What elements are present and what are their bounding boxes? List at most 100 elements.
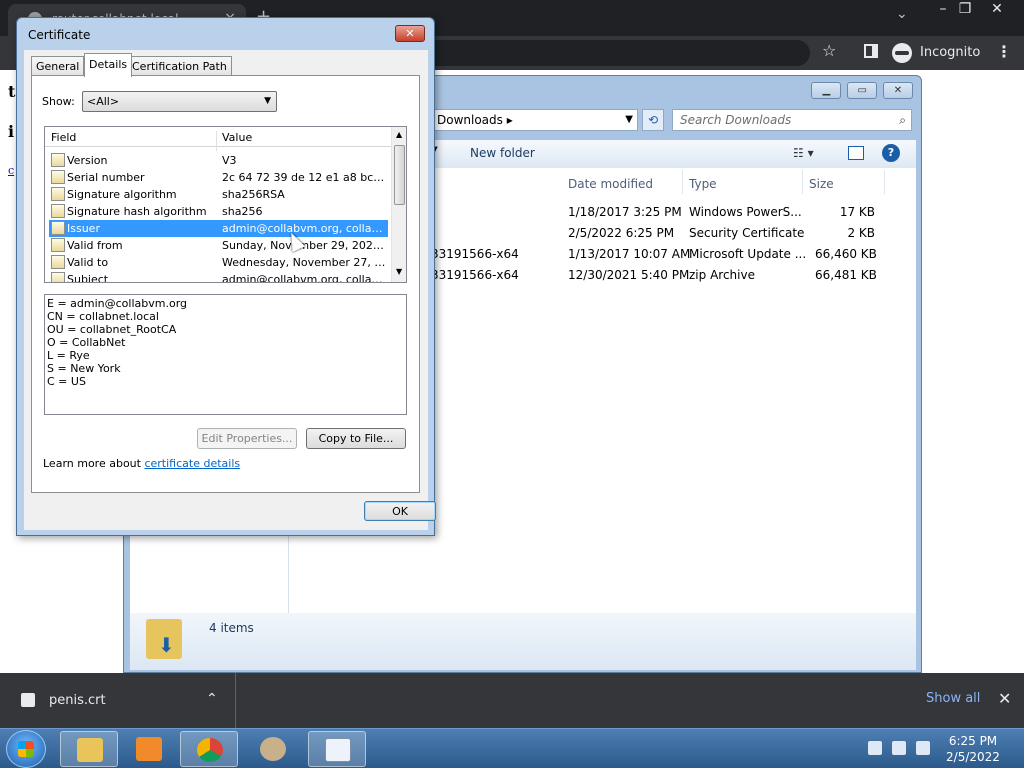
field-name: Serial number [67,171,145,184]
field-list-header: Field Value [45,127,391,151]
search-icon[interactable]: ⌕ [899,110,906,130]
taskbar-explorer-button[interactable] [60,731,118,767]
explorer-maximize-button[interactable]: ▭ [847,82,878,99]
taskbar-media-player-button[interactable] [120,731,178,767]
field-value: V3 [222,154,237,167]
field-value: sha256 [222,205,263,218]
new-folder-button[interactable]: New folder [470,146,535,160]
file-size: 66,460 KB [815,247,877,261]
start-button[interactable] [6,730,46,768]
column-header-value[interactable]: Value [222,131,252,144]
chevron-up-icon[interactable]: ⌃ [206,691,218,707]
network-icon[interactable] [892,741,906,755]
address-bar[interactable] [420,40,810,66]
file-size: 66,481 KB [815,268,877,282]
explorer-close-button[interactable]: ✕ [883,82,913,99]
help-icon[interactable]: ? [882,144,900,162]
field-row-signature-hash-algorithm[interactable]: Signature hash algorithm sha256 [49,203,388,220]
value-line: S = New York [47,362,121,375]
field-value: 2c 64 72 39 de 12 e1 a8 bc 22... [222,171,386,184]
show-selected-value: <All> [87,95,120,108]
tab-details[interactable]: Details [84,53,133,77]
download-item[interactable]: penis.crt ⌃ [0,673,236,728]
file-size: 2 KB [847,226,875,240]
column-separator[interactable] [884,170,885,194]
column-header-size[interactable]: Size [809,177,834,191]
file-type: Security Certificate [689,226,805,240]
taskbar-paint-button[interactable] [244,731,302,767]
volume-icon[interactable] [916,741,930,755]
field-name: Valid to [67,256,109,269]
certificate-file-icon [21,693,35,707]
close-icon[interactable]: ✕ [998,689,1011,708]
show-filter-select[interactable]: <All> ▼ [82,91,277,112]
system-tray: 6:25 PM 2/5/2022 [860,729,1024,768]
dialog-close-button[interactable]: ✕ [395,25,425,42]
copy-to-file-button[interactable]: Copy to File... [306,428,406,449]
certificate-titlebar[interactable]: Certificate ✕ [17,18,434,50]
field-row-subject[interactable]: Subject admin@collabvm.org, collabne... [49,271,388,283]
bookmark-star-icon[interactable]: ☆ [822,41,836,60]
preview-pane-icon[interactable] [848,146,864,160]
field-value: admin@collabvm.org, collabne... [222,273,386,283]
tab-certification-path[interactable]: Certification Path [127,56,232,76]
scroll-down-icon[interactable]: ▼ [396,267,402,276]
explorer-minimize-button[interactable]: ▁ [811,82,842,99]
column-header-date[interactable]: Date modified [568,177,653,191]
chrome-menu-icon[interactable]: ⋮ [996,42,1012,61]
refresh-icon[interactable]: ⟲ [642,109,664,131]
scroll-up-icon[interactable]: ▲ [396,130,402,139]
downloads-folder-icon [146,619,182,659]
taskbar-chrome-button[interactable] [180,731,238,767]
side-panel-icon[interactable] [864,44,878,58]
field-row-serial-number[interactable]: Serial number 2c 64 72 39 de 12 e1 a8 bc… [49,169,388,186]
close-button[interactable]: ✕ [982,0,1012,18]
certificate-field-icon [51,187,65,201]
field-value-detail[interactable]: E = admin@collabvm.org CN = collabnet.lo… [44,294,407,415]
column-separator[interactable] [216,131,217,151]
file-date: 2/5/2022 6:25 PM [568,226,675,240]
ok-button[interactable]: OK [364,501,436,521]
learn-more-prefix: Learn more about [43,457,145,470]
field-value: Wednesday, November 27, 20... [222,256,386,269]
value-line: OU = collabnet_RootCA [47,323,177,336]
edit-properties-button[interactable]: Edit Properties... [197,428,297,449]
page-text-fragment: t [8,82,16,101]
file-name: 33191566-x64 [431,268,519,282]
field-row-signature-algorithm[interactable]: Signature algorithm sha256RSA [49,186,388,203]
field-list-scrollbar[interactable]: ▲ ▼ [391,127,406,282]
page-link-fragment[interactable]: c [8,164,14,177]
column-separator[interactable] [682,170,683,194]
incognito-badge[interactable]: Incognito [892,40,980,66]
certificate-details-link[interactable]: certificate details [144,457,240,470]
document-icon [325,738,351,762]
scroll-thumb[interactable] [394,145,405,205]
field-row-valid-from[interactable]: Valid from Sunday, November 29, 2020 1..… [49,237,388,254]
search-input[interactable]: Search Downloads ⌕ [672,109,912,131]
taskbar-document-button[interactable] [308,731,366,767]
action-center-flag-icon[interactable] [868,741,882,755]
explorer-address-bar[interactable]: Downloads ▸ ▼ [430,109,638,131]
column-separator[interactable] [802,170,803,194]
file-size: 17 KB [839,205,875,219]
file-name: 33191566-x64 [431,247,519,261]
clock-time[interactable]: 6:25 PM [936,734,1010,748]
chevron-down-icon[interactable]: ▼ [625,110,633,130]
field-row-valid-to[interactable]: Valid to Wednesday, November 27, 20... [49,254,388,271]
field-row-issuer[interactable]: Issuer admin@collabvm.org, collabne... [49,220,388,237]
maximize-button[interactable]: ❐ [950,0,980,18]
clock-date[interactable]: 2/5/2022 [936,750,1010,764]
value-line: O = CollabNet [47,336,126,349]
tab-search-icon[interactable]: ⌄ [896,6,908,22]
column-header-type[interactable]: Type [689,177,717,191]
paint-palette-icon [260,737,286,761]
tab-general[interactable]: General [31,56,85,76]
certificate-client-area: General Details Certification Path Show:… [24,50,436,530]
file-type: zip Archive [689,268,755,282]
field-row-version[interactable]: Version V3 [49,152,388,169]
certificate-dialog: Certificate ✕ General Details Certificat… [16,17,436,536]
show-all-button[interactable]: Show all [926,691,980,706]
column-header-field[interactable]: Field [51,131,76,144]
field-value: admin@collabvm.org, collabne... [222,222,386,235]
view-options-icon[interactable]: ☷ ▾ [793,146,814,160]
